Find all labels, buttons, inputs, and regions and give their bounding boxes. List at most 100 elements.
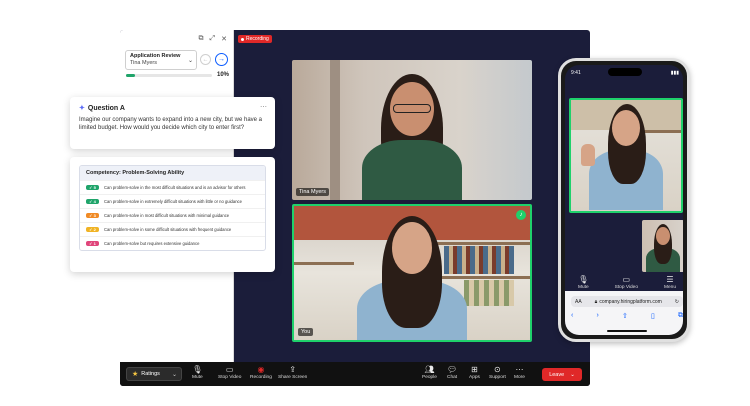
people-label: People [422, 375, 437, 380]
back-icon[interactable]: ‹ [571, 312, 573, 320]
rubric-description: Can problem-solve in extremely difficult… [104, 199, 242, 204]
mobile-video-tile-remote[interactable] [569, 98, 683, 213]
mobile-participant-video [586, 104, 666, 210]
more-icon: ⋯ [515, 365, 524, 374]
support-icon: ⊙ [494, 365, 501, 374]
mobile-device: 9:41 ▮▮▮ 🎙︎ Mute ▭ Stop Video ☰ Menu AA … [558, 58, 690, 342]
url-text: company.hiringplatform.com [599, 298, 662, 305]
microphone-icon: 🎙︎ [192, 365, 203, 374]
score-badge: ✓ 2 [86, 227, 99, 232]
participant-name-tag: Tina Myers [296, 188, 329, 196]
tabs-icon[interactable]: ⧉ [678, 312, 683, 320]
recording-label: Recording [250, 375, 272, 380]
support-label: Support [489, 375, 506, 380]
microphone-icon: ♪ [516, 210, 526, 220]
chat-label: Chat [447, 375, 458, 380]
forward-icon[interactable]: › [596, 312, 598, 320]
chat-button[interactable]: 💬︎ Chat [447, 365, 457, 380]
apps-button[interactable]: ⊞ Apps [469, 365, 480, 380]
people-icon: 👥︎ [424, 365, 435, 374]
mobile-screen: 9:41 ▮▮▮ 🎙︎ Mute ▭ Stop Video ☰ Menu AA … [565, 65, 683, 335]
participant-name-tag: You [298, 328, 314, 336]
rubric-row[interactable]: ✓ 1 Can problem-solve but requires exten… [80, 236, 265, 250]
menu-icon: ☰ [666, 275, 674, 284]
rubric-description: Can problem-solve but requires extensive… [104, 241, 200, 246]
home-indicator [607, 330, 647, 332]
battery-icon: ▮▮▮ [670, 70, 679, 76]
ratings-label: Ratings [141, 371, 160, 377]
score-badge: ✓ 3 [86, 213, 99, 218]
apps-label: Apps [469, 375, 480, 380]
question-card: ✦ Question A ⋯ Imagine our company wants… [70, 97, 275, 149]
score-badge: ✓ 1 [86, 241, 99, 246]
chevron-down-icon: ⌄ [187, 58, 193, 64]
rubric-row[interactable]: ✓ 5 Can problem-solve in the most diffic… [80, 180, 265, 194]
close-icon[interactable]: ✕ [221, 35, 227, 43]
more-label: More [514, 375, 525, 380]
mobile-browser-bar: AA 🔒︎ company.hiringplatform.com ↻ ‹ › ⇧… [565, 291, 683, 335]
record-dot-icon [241, 37, 244, 41]
popout-icon[interactable]: ⧉ [199, 35, 204, 43]
self-video [352, 216, 472, 340]
expand-icon[interactable]: ⤢ [210, 35, 216, 43]
rubric-description: Can problem-solve in the most difficult … [104, 185, 246, 190]
mobile-video-tile-self[interactable] [642, 220, 683, 272]
question-text: Imagine our company wants to expand into… [79, 117, 262, 131]
more-button[interactable]: ⋯ More [514, 365, 525, 380]
browser-navigation: ‹ › ⇧ ▯ ⧉ [571, 312, 683, 320]
score-badge: ✓ 5 [86, 185, 99, 190]
question-title: Question A [87, 104, 125, 112]
chevron-down-icon: ⌄ [171, 371, 177, 378]
people-button[interactable]: 👥︎ People [422, 365, 437, 380]
review-progress-bar [126, 74, 212, 77]
leave-label: Leave [549, 371, 565, 378]
address-bar[interactable]: AA 🔒︎ company.hiringplatform.com ↻ [571, 296, 683, 307]
status-bar: 9:41 ▮▮▮ [571, 70, 679, 76]
next-button[interactable]: → [215, 53, 228, 66]
recording-button[interactable]: ◉ Recording [250, 365, 272, 380]
competency-card: Competency: Problem-Solving Ability ✓ 5 … [70, 157, 275, 272]
more-icon[interactable]: ⋯ [260, 103, 267, 111]
rubric-description: Can problem-solve in some difficult situ… [104, 227, 232, 232]
review-progress-label: 10% [217, 72, 230, 78]
mobile-mute-label: Mute [577, 285, 589, 290]
ratings-button[interactable]: ★ Ratings ⌄ [126, 367, 182, 381]
previous-button[interactable]: ← [200, 54, 211, 65]
rubric-row[interactable]: ✓ 2 Can problem-solve in some difficult … [80, 222, 265, 236]
recording-badge: Recording [238, 35, 272, 43]
stop-video-button[interactable]: ▭ Stop Video [218, 365, 241, 380]
mobile-menu-label: Menu [663, 285, 676, 290]
reload-icon[interactable]: ↻ [675, 299, 679, 305]
bookmarks-icon[interactable]: ▯ [651, 312, 655, 320]
panel-window-controls: ⧉ ⤢ ✕ [120, 30, 233, 43]
mobile-stop-video-label: Stop Video [614, 285, 639, 290]
candidate-name: Tina Myers [130, 60, 157, 66]
video-tile-remote[interactable]: Tina Myers [292, 60, 532, 200]
text-size-button[interactable]: AA [575, 299, 582, 305]
chevron-down-icon: ⌄ [570, 371, 575, 378]
review-progress-fill [126, 74, 135, 77]
share-screen-button[interactable]: ⇪ Share Screen [278, 365, 307, 380]
competency-title: Competency: Problem-Solving Ability [80, 166, 265, 180]
stop-video-label: Stop Video [218, 375, 242, 380]
leave-button[interactable]: Leave ⌄ [542, 368, 582, 381]
rubric-row[interactable]: ✓ 4 Can problem-solve in extremely diffi… [80, 194, 265, 208]
recording-badge-label: Recording [246, 36, 269, 42]
status-time: 9:41 [571, 70, 581, 76]
share-icon[interactable]: ⇧ [622, 312, 628, 320]
mute-button[interactable]: 🎙︎ Mute [192, 365, 203, 380]
apps-icon: ⊞ [471, 365, 478, 374]
star-icon: ★ [132, 371, 139, 378]
application-selector[interactable]: Application Review Tina Myers ⌄ [125, 50, 197, 70]
share-screen-icon: ⇪ [289, 365, 297, 374]
rubric-row[interactable]: ✓ 3 Can problem-solve in most difficult … [80, 208, 265, 222]
competency-rubric: Competency: Problem-Solving Ability ✓ 5 … [79, 165, 266, 251]
video-tile-self[interactable]: You ♪ [292, 204, 532, 342]
support-button[interactable]: ⊙ Support [489, 365, 506, 380]
chat-icon: 💬︎ [447, 365, 458, 374]
mute-label: Mute [192, 375, 203, 380]
participant-video [357, 74, 467, 200]
microphone-icon: 🎙︎ [578, 275, 589, 284]
mobile-self-video [644, 224, 682, 272]
share-screen-label: Share Screen [278, 375, 308, 380]
